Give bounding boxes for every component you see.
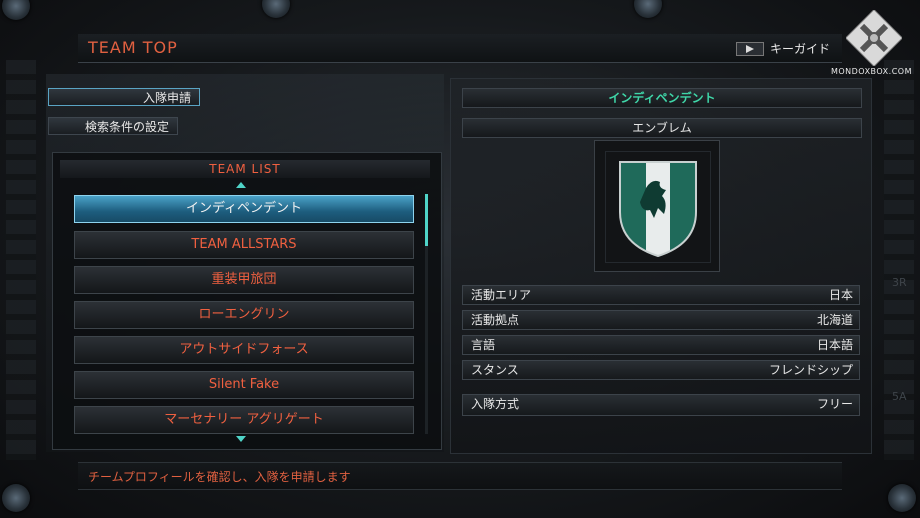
team-list-item[interactable]: マーセナリー アグリゲート — [74, 406, 414, 434]
emblem-inner-frame — [605, 151, 711, 263]
frame-bolt-icon — [888, 484, 916, 512]
watermark-text: MONDOXBOX.COM — [830, 67, 912, 76]
search-conditions-button[interactable]: 検索条件の設定 — [48, 117, 178, 135]
header-bar: TEAM TOP キーガイド — [78, 34, 842, 63]
detail-row-value: 日本語 — [816, 338, 853, 352]
detail-row-activity-base: 活動拠点 北海道 — [462, 310, 860, 330]
detail-row-label: 活動拠点 — [471, 313, 520, 327]
team-list-title: TEAM LIST — [60, 160, 430, 178]
detail-row-label: 言語 — [471, 338, 496, 352]
team-emblem-icon — [619, 161, 697, 258]
team-list-item[interactable]: Silent Fake — [74, 371, 414, 399]
team-list-item[interactable]: ローエングリン — [74, 301, 414, 329]
scroll-up-arrow-icon[interactable] — [236, 182, 246, 188]
page-title: TEAM TOP — [88, 38, 178, 57]
frame-bolt-icon — [2, 484, 30, 512]
team-list-scrollbar[interactable] — [425, 194, 428, 434]
detail-row-label: 入隊方式 — [471, 397, 520, 411]
detail-row-value: 日本 — [828, 288, 853, 302]
team-list-item[interactable]: インディペンデント — [74, 195, 414, 223]
help-message-bar: チームプロフィールを確認し、入隊を申請します — [78, 462, 842, 490]
mondoxbox-logo-icon — [846, 10, 902, 66]
team-list-item[interactable]: アウトサイドフォース — [74, 336, 414, 364]
side-mark-label: 5A — [892, 390, 907, 403]
side-mark-label: 3R — [892, 276, 907, 289]
emblem-frame — [594, 140, 720, 272]
detail-row-stance: スタンス フレンドシップ — [462, 360, 860, 380]
detail-row-value: フリー — [816, 397, 853, 411]
detail-row-join-method: 入隊方式 フリー — [462, 394, 860, 416]
team-list-item[interactable]: 重装甲旅団 — [74, 266, 414, 294]
scroll-down-arrow-icon[interactable] — [236, 436, 246, 442]
emblem-heading: エンブレム — [462, 118, 862, 138]
key-guide[interactable]: キーガイド — [735, 40, 830, 57]
help-message-text: チームプロフィールを確認し、入隊を申請します — [88, 470, 351, 484]
detail-row-activity-area: 活動エリア 日本 — [462, 285, 860, 305]
team-list-item[interactable]: TEAM ALLSTARS — [74, 231, 414, 259]
join-request-button[interactable]: 入隊申請 — [48, 88, 200, 106]
play-button-icon — [735, 41, 764, 56]
scrollbar-thumb[interactable] — [425, 194, 428, 246]
key-guide-label: キーガイド — [769, 42, 830, 56]
selected-team-name: インディペンデント — [462, 88, 862, 108]
detail-row-label: 活動エリア — [471, 288, 532, 302]
detail-row-language: 言語 日本語 — [462, 335, 860, 355]
detail-row-value: 北海道 — [816, 313, 853, 327]
detail-row-value: フレンドシップ — [768, 363, 853, 377]
left-frame-edge — [6, 60, 36, 460]
detail-row-label: スタンス — [471, 363, 519, 377]
